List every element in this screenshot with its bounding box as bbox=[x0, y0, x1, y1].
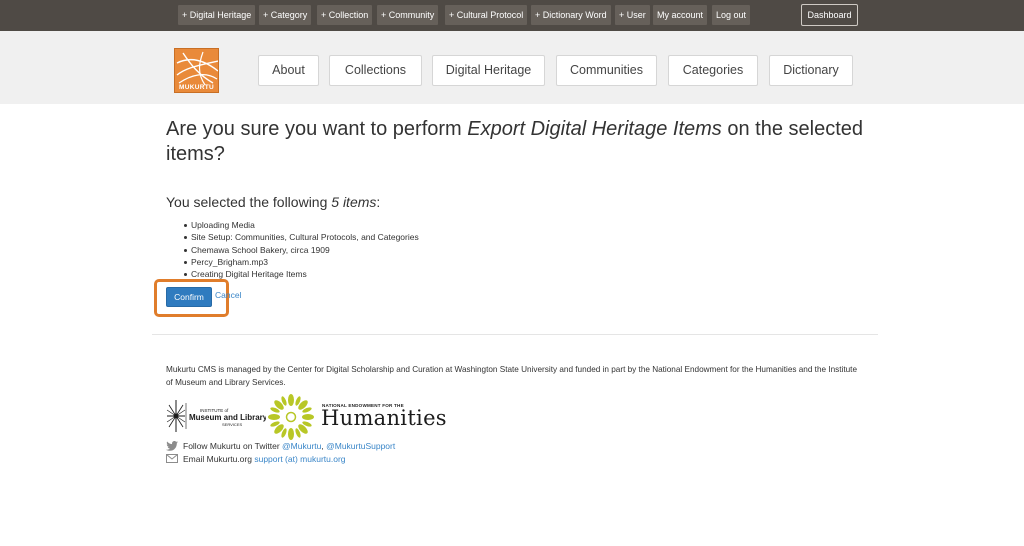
confirm-button[interactable]: Confirm bbox=[166, 287, 212, 307]
add-category-button[interactable]: + Category bbox=[259, 5, 312, 25]
twitter-text: Follow Mukurtu on Twitter bbox=[183, 441, 283, 451]
summary-count: 5 items bbox=[331, 194, 377, 210]
list-item: Uploading Media bbox=[184, 219, 419, 231]
imls-logo[interactable]: INSTITUTE of Museum and Library SERVICES bbox=[166, 397, 266, 435]
add-collection-button[interactable]: + Collection bbox=[317, 5, 373, 25]
twitter-icon bbox=[166, 441, 178, 451]
twitter-mukurtu-link[interactable]: @Mukurtu bbox=[282, 441, 321, 451]
logo-label: MUKURTU bbox=[179, 84, 214, 91]
nav-about[interactable]: About bbox=[258, 55, 319, 86]
dashboard-button[interactable]: Dashboard bbox=[801, 4, 858, 26]
twitter-line: Follow Mukurtu on Twitter @Mukurtu, @Muk… bbox=[183, 441, 395, 451]
admin-toolbar: + Digital Heritage + Category + Collecti… bbox=[0, 0, 1024, 31]
selected-items-list: Uploading Media Site Setup: Communities,… bbox=[184, 219, 419, 280]
selection-summary: You selected the following 5 items: bbox=[166, 194, 380, 210]
page-title: Are you sure you want to perform Export … bbox=[166, 117, 886, 167]
add-digital-heritage-button[interactable]: + Digital Heritage bbox=[178, 5, 256, 25]
nav-collections[interactable]: Collections bbox=[329, 55, 422, 86]
twitter-mukurtusupport-link[interactable]: @MukurtuSupport bbox=[326, 441, 395, 451]
add-cultural-protocol-button[interactable]: + Cultural Protocol bbox=[445, 5, 528, 25]
imls-line3: SERVICES bbox=[222, 422, 242, 427]
nav-categories[interactable]: Categories bbox=[668, 55, 758, 86]
imls-starburst-icon bbox=[166, 400, 186, 432]
email-text: Email Mukurtu.org bbox=[183, 454, 255, 464]
add-user-button[interactable]: + User bbox=[615, 5, 650, 25]
my-account-button[interactable]: My account bbox=[653, 5, 708, 25]
neh-sunburst-icon[interactable] bbox=[268, 394, 314, 440]
add-dictionary-word-button[interactable]: + Dictionary Word bbox=[531, 5, 611, 25]
divider bbox=[152, 334, 878, 335]
email-support-link[interactable]: support (at) mukurtu.org bbox=[254, 454, 345, 464]
nav-dictionary[interactable]: Dictionary bbox=[769, 55, 853, 86]
cancel-link[interactable]: Cancel bbox=[215, 290, 241, 300]
nav-digital-heritage[interactable]: Digital Heritage bbox=[432, 55, 545, 86]
list-item: Chemawa School Bakery, circa 1909 bbox=[184, 244, 419, 256]
title-action: Export Digital Heritage Items bbox=[467, 118, 722, 140]
title-prefix: Are you sure you want to perform bbox=[166, 118, 468, 140]
list-item: Site Setup: Communities, Cultural Protoc… bbox=[184, 231, 419, 243]
footer-credits: Mukurtu CMS is managed by the Center for… bbox=[166, 365, 857, 387]
nav-communities[interactable]: Communities bbox=[556, 55, 657, 86]
mukurtu-logo[interactable]: MUKURTU bbox=[174, 48, 219, 93]
imls-line2: Museum and Library bbox=[189, 413, 266, 422]
log-out-button[interactable]: Log out bbox=[712, 5, 751, 25]
neh-humanities-wordmark: Humanities bbox=[321, 406, 447, 430]
site-header: MUKURTU About Collections Digital Herita… bbox=[0, 31, 1024, 104]
summary-prefix: You selected the following bbox=[166, 194, 332, 210]
list-item: Percy_Brigham.mp3 bbox=[184, 256, 419, 268]
email-line: Email Mukurtu.org support (at) mukurtu.o… bbox=[183, 454, 346, 464]
email-icon bbox=[166, 454, 178, 463]
add-community-button[interactable]: + Community bbox=[377, 5, 439, 25]
summary-suffix: : bbox=[376, 194, 381, 210]
